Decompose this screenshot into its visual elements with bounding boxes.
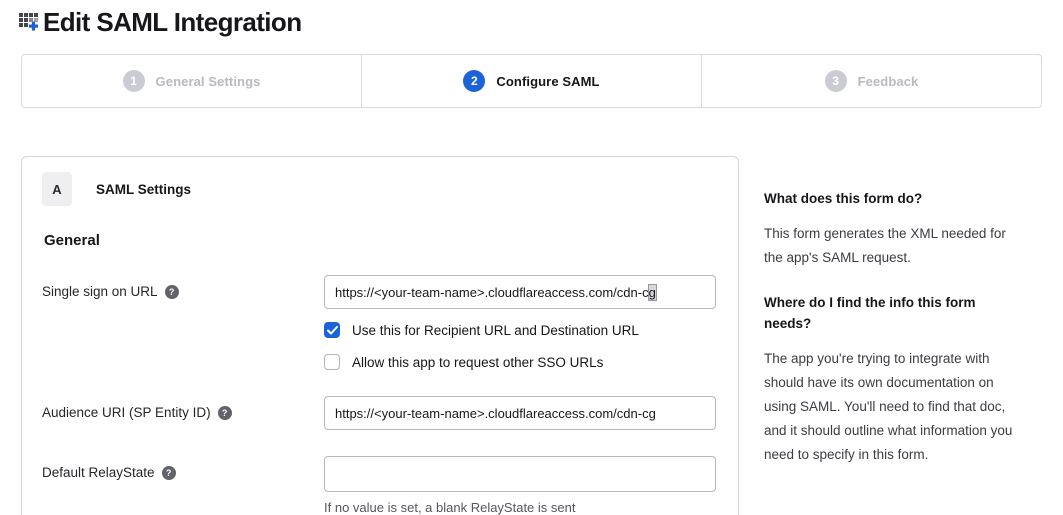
- page-title: Edit SAML Integration: [43, 6, 301, 38]
- panel-title: SAML Settings: [96, 182, 191, 197]
- help-icon[interactable]: ?: [165, 285, 179, 299]
- recipient-url-checkbox-row[interactable]: Use this for Recipient URL and Destinati…: [324, 322, 716, 338]
- page-header: Edit SAML Integration: [0, 0, 1063, 38]
- sso-url-value: https://<your-team-name>.cloudflareacces…: [335, 285, 649, 300]
- sso-url-label: Single sign on URL?: [42, 275, 324, 370]
- relay-state-label: Default RelayState?: [42, 456, 324, 515]
- panel-header: A SAML Settings: [42, 172, 718, 206]
- checkbox-unchecked-icon[interactable]: [324, 354, 340, 370]
- audience-uri-field-row: Audience URI (SP Entity ID)?: [42, 396, 718, 430]
- sidebar-heading-what: What does this form do?: [764, 188, 1018, 210]
- step-label: General Settings: [156, 74, 261, 89]
- sso-url-input[interactable]: https://<your-team-name>.cloudflareacces…: [324, 275, 716, 309]
- sidebar-heading-where: Where do I find the info this form needs…: [764, 292, 1018, 335]
- content-area: A SAML Settings General Single sign on U…: [21, 156, 1042, 515]
- step-label: Configure SAML: [496, 74, 599, 89]
- relay-state-field-row: Default RelayState? If no value is set, …: [42, 456, 718, 515]
- sso-url-field-row: Single sign on URL? https://<your-team-n…: [42, 275, 718, 370]
- help-icon[interactable]: ?: [162, 466, 176, 480]
- help-sidebar: What does this form do? This form genera…: [764, 156, 1018, 489]
- audience-uri-label: Audience URI (SP Entity ID)?: [42, 396, 324, 430]
- app-grid-add-icon: [18, 10, 40, 37]
- relay-state-hint: If no value is set, a blank RelayState i…: [324, 500, 716, 515]
- step-label: Feedback: [858, 74, 919, 89]
- relay-state-control: If no value is set, a blank RelayState i…: [324, 456, 716, 515]
- other-sso-checkbox-label[interactable]: Allow this app to request other SSO URLs: [352, 355, 603, 370]
- wizard-stepper: 1 General Settings 2 Configure SAML 3 Fe…: [21, 54, 1042, 108]
- recipient-url-checkbox-label[interactable]: Use this for Recipient URL and Destinati…: [352, 323, 639, 338]
- step-feedback[interactable]: 3 Feedback: [701, 55, 1041, 107]
- checkbox-checked-icon[interactable]: [324, 322, 340, 338]
- saml-settings-panel: A SAML Settings General Single sign on U…: [21, 156, 739, 515]
- general-section-heading: General: [44, 232, 718, 249]
- step-general-settings[interactable]: 1 General Settings: [22, 55, 361, 107]
- help-icon[interactable]: ?: [218, 406, 232, 420]
- step-number-badge: 3: [825, 70, 847, 92]
- sidebar-body-where: The app you're trying to integrate with …: [764, 347, 1018, 467]
- step-number-badge: 2: [463, 70, 485, 92]
- sidebar-body-what: This form generates the XML needed for t…: [764, 222, 1018, 270]
- relay-state-input[interactable]: [324, 456, 716, 492]
- text-cursor: g: [649, 285, 656, 300]
- audience-uri-control: [324, 396, 716, 430]
- section-a-badge: A: [42, 172, 72, 206]
- audience-uri-input[interactable]: [324, 396, 716, 430]
- sso-url-control: https://<your-team-name>.cloudflareacces…: [324, 275, 716, 370]
- other-sso-checkbox-row[interactable]: Allow this app to request other SSO URLs: [324, 354, 716, 370]
- step-number-badge: 1: [123, 70, 145, 92]
- step-configure-saml[interactable]: 2 Configure SAML: [361, 55, 701, 107]
